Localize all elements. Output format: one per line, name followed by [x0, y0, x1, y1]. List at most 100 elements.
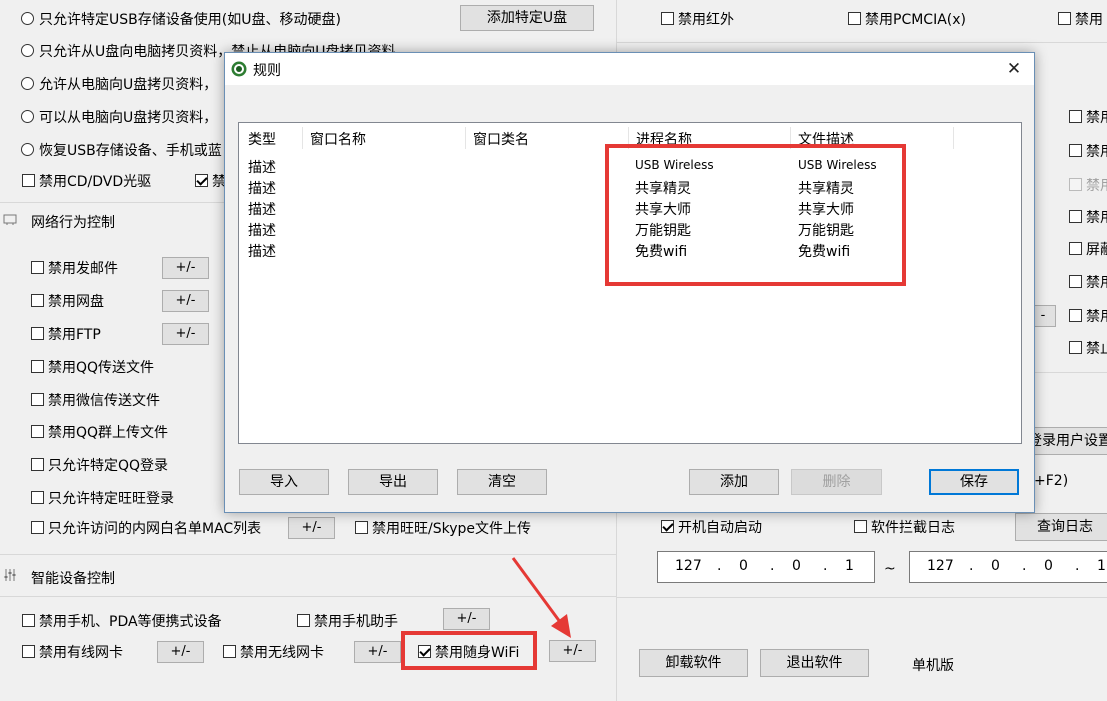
portable-wifi-plus-minus-button[interactable]: +/- [549, 640, 596, 662]
disable-wangwang-skype-checkbox[interactable] [355, 521, 368, 534]
export-button[interactable]: 导出 [348, 469, 438, 495]
disable-ftp-checkbox[interactable] [31, 327, 44, 340]
usb-option-radio-3[interactable] [21, 77, 34, 90]
disable-qq-file-label: 禁用QQ传送文件 [48, 360, 155, 376]
right-divider-bottom [616, 597, 1107, 598]
email-plus-minus-button[interactable]: +/- [162, 257, 209, 279]
wired-nic-plus-minus-button[interactable]: +/- [157, 641, 204, 663]
usb-option-label-1: 只允许特定USB存储设备使用(如U盘、移动硬盘) [39, 12, 341, 28]
ip-start-octet-2: 0 [739, 558, 748, 574]
ip-end-octet-3: 0 [1044, 558, 1053, 574]
import-button[interactable]: 导入 [239, 469, 329, 495]
right-option-label-6: 禁用 [1086, 275, 1107, 291]
ip-end-octet-4: 1 [1097, 558, 1106, 574]
query-log-button[interactable]: 查询日志 [1015, 513, 1107, 541]
autostart-checkbox[interactable] [661, 520, 674, 533]
ip-start-octet-4: 1 [845, 558, 854, 574]
usb-option-label-5: 恢复USB存储设备、手机或蓝 [39, 143, 222, 159]
right-option-checkbox-2[interactable] [1069, 144, 1082, 157]
disable-cd-label: 禁用CD/DVD光驱 [39, 174, 152, 190]
right-option-checkbox-5[interactable] [1069, 242, 1082, 255]
column-header-type[interactable]: 类型 [248, 129, 276, 149]
disable-pcmcia-checkbox[interactable] [848, 12, 861, 25]
mac-whitelist-checkbox[interactable] [31, 521, 44, 534]
wireless-nic-plus-minus-button[interactable]: +/- [354, 641, 401, 663]
disable-email-label: 禁用发邮件 [48, 261, 118, 277]
mac-plus-minus-button[interactable]: +/- [288, 517, 335, 539]
only-qq-login-checkbox[interactable] [31, 458, 44, 471]
ip-start-dot-3: . [823, 558, 828, 574]
disable-qq-group-checkbox[interactable] [31, 425, 44, 438]
autostart-label: 开机自动启动 [678, 520, 762, 536]
section-divider [0, 202, 224, 203]
column-header-window-class[interactable]: 窗口类名 [473, 129, 529, 149]
right-option-label-3: 禁用 [1086, 178, 1107, 194]
usb-option-radio-1[interactable] [21, 12, 34, 25]
disable-truncated-checkbox[interactable] [195, 174, 208, 187]
disable-netdisk-checkbox[interactable] [31, 294, 44, 307]
disable-infrared-checkbox[interactable] [661, 12, 674, 25]
ip-range-end-input[interactable]: 127 . 0 . 0 . 1 [909, 551, 1107, 583]
disable-phone-assistant-checkbox[interactable] [297, 614, 310, 627]
usb-option-radio-4[interactable] [21, 110, 34, 123]
ip-end-dot-3: . [1075, 558, 1080, 574]
usb-option-label-3: 允许从电脑向U盘拷贝资料， [39, 77, 218, 93]
disable-netdisk-label: 禁用网盘 [48, 294, 104, 310]
disable-wireless-nic-label: 禁用无线网卡 [240, 645, 324, 661]
intercept-log-checkbox[interactable] [854, 520, 867, 533]
disable-email-checkbox[interactable] [31, 261, 44, 274]
column-header-window-name[interactable]: 窗口名称 [310, 129, 366, 149]
rules-dialog: 规则 ✕ 类型 窗口名称 窗口类名 进程名称 文件描述 描述 USB Wirel… [224, 52, 1035, 513]
disable-infrared-label: 禁用红外 [678, 12, 734, 28]
disable-qq-file-checkbox[interactable] [31, 360, 44, 373]
clear-button[interactable]: 清空 [457, 469, 547, 495]
ip-end-dot-2: . [1022, 558, 1027, 574]
ftp-plus-minus-button[interactable]: +/- [162, 323, 209, 345]
column-separator [953, 127, 954, 149]
usb-option-radio-2[interactable] [21, 44, 34, 57]
rules-list[interactable]: 类型 窗口名称 窗口类名 进程名称 文件描述 描述 USB Wireless U… [238, 122, 1022, 444]
disable-wired-nic-checkbox[interactable] [22, 645, 35, 658]
phone-assistant-plus-minus-button[interactable]: +/- [443, 608, 490, 630]
disable-wireless-nic-checkbox[interactable] [223, 645, 236, 658]
row-type: 描述 [248, 181, 276, 197]
uninstall-button[interactable]: 卸载软件 [639, 649, 748, 677]
right-option-label-7: 禁用 [1086, 309, 1107, 325]
disable-wired-nic-label: 禁用有线网卡 [39, 645, 123, 661]
disable-wechat-file-checkbox[interactable] [31, 393, 44, 406]
disable-mobile-label: 禁用手机、PDA等便携式设备 [39, 614, 222, 630]
network-section-icon [3, 212, 17, 226]
intercept-log-label: 软件拦截日志 [871, 520, 955, 536]
right-option-checkbox-3[interactable] [1069, 178, 1082, 191]
close-icon[interactable]: ✕ [998, 57, 1030, 81]
standalone-label: 单机版 [912, 658, 954, 674]
disable-wechat-file-label: 禁用微信传送文件 [48, 393, 160, 409]
exit-button[interactable]: 退出软件 [760, 649, 869, 677]
only-wangwang-login-label: 只允许特定旺旺登录 [48, 491, 174, 507]
right-option-checkbox-7[interactable] [1069, 309, 1082, 322]
ip-end-dot-1: . [969, 558, 974, 574]
disable-mobile-checkbox[interactable] [22, 614, 35, 627]
disable-cd-checkbox[interactable] [22, 174, 35, 187]
ip-range-start-input[interactable]: 127 . 0 . 0 . 1 [657, 551, 875, 583]
add-rule-button[interactable]: 添加 [689, 469, 779, 495]
netdisk-plus-minus-button[interactable]: +/- [162, 290, 209, 312]
row-type: 描述 [248, 244, 276, 260]
ip-end-octet-2: 0 [991, 558, 1000, 574]
annotation-arrow-icon [511, 557, 571, 638]
disable-truncated-top-checkbox[interactable] [1058, 12, 1071, 25]
delete-rule-button[interactable]: 删除 [791, 469, 882, 495]
usb-option-radio-5[interactable] [21, 143, 34, 156]
right-option-checkbox-1[interactable] [1069, 110, 1082, 123]
save-button[interactable]: 保存 [929, 469, 1019, 495]
right-option-label-1: 禁用 [1086, 110, 1107, 126]
right-option-checkbox-8[interactable] [1069, 341, 1082, 354]
right-option-label-2: 禁用 [1086, 144, 1107, 160]
add-specific-usb-button[interactable]: 添加特定U盘 [460, 5, 594, 31]
disable-wangwang-skype-label: 禁用旺旺/Skype文件上传 [372, 521, 531, 537]
right-option-checkbox-4[interactable] [1069, 210, 1082, 223]
disable-pcmcia-label: 禁用PCMCIA(x) [865, 12, 966, 28]
right-option-checkbox-6[interactable] [1069, 275, 1082, 288]
usb-option-label-4: 可以从电脑向U盘拷贝资料， [39, 110, 218, 126]
only-wangwang-login-checkbox[interactable] [31, 491, 44, 504]
